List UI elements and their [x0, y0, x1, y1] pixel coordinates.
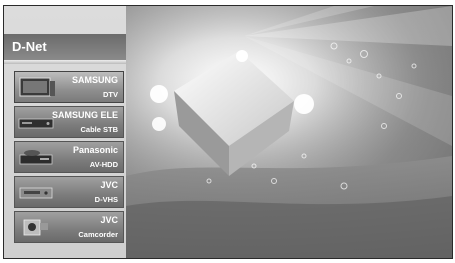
vcr-icon — [19, 187, 53, 199]
hdd-recorder-icon — [19, 150, 53, 165]
device-maker: JVC — [100, 215, 118, 225]
device-maker: Panasonic — [72, 145, 118, 155]
device-type: Camcorder — [78, 230, 118, 239]
device-item-jvc-camcorder[interactable]: JVC Camcorder — [14, 211, 124, 243]
device-item-samsung-dtv[interactable]: SAMSUNG DTV — [14, 71, 124, 103]
device-maker: SAMSUNG ELE — [51, 110, 118, 120]
device-item-panasonic-av-hdd[interactable]: Panasonic AV-HDD — [14, 141, 124, 173]
device-type: AV-HDD — [89, 160, 118, 169]
device-type: DTV — [103, 90, 118, 99]
device-list: SAMSUNG DTV SAMSUNG ELE Cable STB Panaso… — [14, 71, 124, 246]
device-maker: SAMSUNG — [71, 75, 118, 85]
device-item-jvc-d-vhs[interactable]: JVC D-VHS — [14, 176, 124, 208]
device-panel: D-Net SAMSUNG DTV SAMSUNG ELE Cable STB … — [4, 6, 126, 258]
device-type: Cable STB — [80, 125, 118, 134]
tv-icon — [19, 77, 55, 97]
device-type: D-VHS — [94, 195, 118, 204]
device-maker: JVC — [100, 180, 118, 190]
device-item-samsung-cable-stb[interactable]: SAMSUNG ELE Cable STB — [14, 106, 124, 138]
panel-title: D-Net — [4, 34, 126, 64]
camcorder-icon — [23, 219, 48, 236]
dnet-screen: D-Net SAMSUNG DTV SAMSUNG ELE Cable STB … — [3, 5, 453, 259]
